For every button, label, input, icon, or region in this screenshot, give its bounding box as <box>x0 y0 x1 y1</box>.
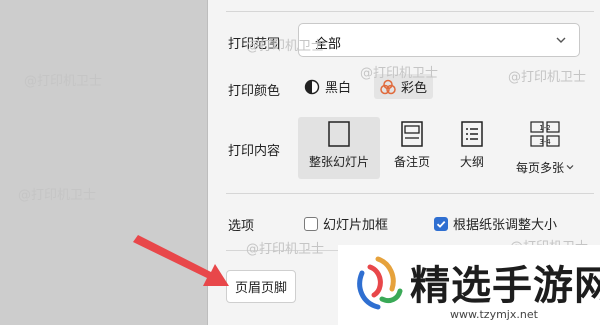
outline-icon <box>461 121 483 147</box>
frame-slides-checkbox[interactable] <box>304 216 318 231</box>
watermark: @打印机卫士 <box>24 74 103 89</box>
content-tile-notes[interactable]: 备注页 <box>388 117 436 179</box>
site-brand-name: 精选手游网 <box>410 263 600 309</box>
watermark: @打印机卫士 <box>246 242 325 257</box>
watermark: @打印机卫士 <box>508 70 587 85</box>
multi-icon-text: 1-2 <box>539 124 550 132</box>
full-slide-icon <box>328 121 350 147</box>
divider <box>226 11 594 12</box>
frame-slides-label: 幻灯片加框 <box>323 218 389 233</box>
print-color-label: 打印颜色 <box>228 84 281 99</box>
chevron-down-icon <box>556 37 566 43</box>
header-footer-button[interactable]: 页眉页脚 <box>226 270 297 303</box>
divider <box>226 193 594 194</box>
fit-to-paper-option[interactable]: 根据纸张调整大小 <box>434 214 557 233</box>
content-tile-outline[interactable]: 大纲 <box>452 117 492 179</box>
content-tile-full-slide[interactable]: 整张幻灯片 <box>298 117 380 179</box>
multi-icon-text: 3-4 <box>539 138 551 146</box>
multi-page-icon: 1-2 3-4 <box>530 121 560 147</box>
content-tile-label: 大纲 <box>459 155 484 169</box>
site-logo-icon <box>357 256 403 310</box>
fit-to-paper-checkbox[interactable] <box>434 216 448 231</box>
watermark: @打印机卫士 <box>246 39 325 54</box>
content-tile-label: 每页多张 <box>515 161 564 175</box>
multi-tile-label-row: 每页多张 <box>516 153 574 176</box>
content-tile-multi[interactable]: 1-2 3-4 每页多张 <box>506 117 584 179</box>
print-range-select[interactable]: 全部 <box>298 23 580 57</box>
site-brand-url: www.tzymjx.net <box>450 308 538 321</box>
frame-slides-option[interactable]: 幻灯片加框 <box>304 214 388 233</box>
site-brand-overlay: 精选手游网 www.tzymjx.net <box>338 245 600 325</box>
print-content-label: 打印内容 <box>228 144 281 159</box>
chevron-down-icon <box>566 164 574 169</box>
watermark: @打印机卫士 <box>18 188 97 203</box>
color-option-bw-label: 黑白 <box>325 81 352 96</box>
annotation-arrow-icon <box>133 235 229 286</box>
content-tile-label: 备注页 <box>393 155 430 169</box>
color-option-bw[interactable]: 黑白 <box>304 77 351 96</box>
fit-to-paper-label: 根据纸张调整大小 <box>453 218 558 233</box>
check-icon <box>436 220 446 228</box>
watermark: @打印机卫士 <box>360 66 439 81</box>
content-tile-label: 整张幻灯片 <box>308 155 369 169</box>
half-circle-icon <box>304 79 320 94</box>
notes-page-icon <box>401 121 423 147</box>
